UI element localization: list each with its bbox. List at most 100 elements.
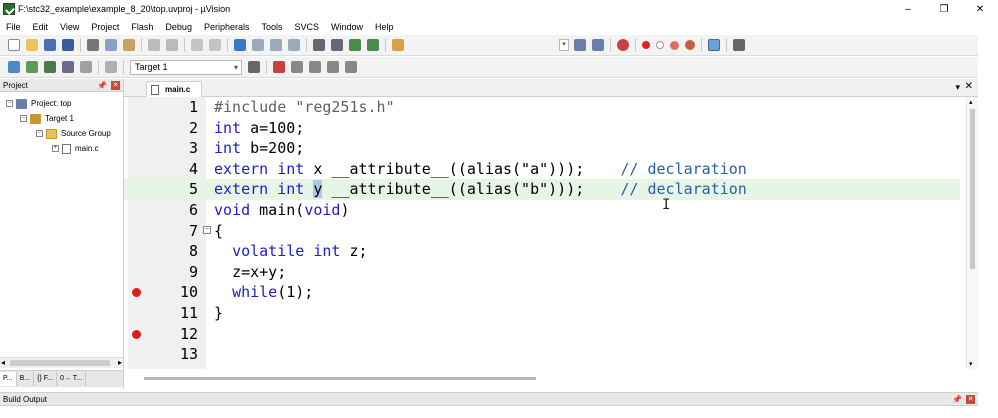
- paste-icon[interactable]: [123, 39, 135, 51]
- code-line-12[interactable]: 12: [124, 324, 960, 345]
- debug-session-icon[interactable]: [617, 39, 629, 51]
- scroll-up-icon[interactable]: ▴: [969, 98, 973, 106]
- menu-window[interactable]: Window: [325, 22, 369, 32]
- menu-help[interactable]: Help: [369, 22, 400, 32]
- build-icon[interactable]: [26, 61, 38, 73]
- nav-forward-icon[interactable]: [209, 39, 221, 51]
- menu-peripherals[interactable]: Peripherals: [198, 22, 256, 32]
- open-file-icon[interactable]: [26, 39, 38, 51]
- scroll-thumb[interactable]: [10, 360, 110, 366]
- minimize-button[interactable]: –: [890, 0, 926, 18]
- find-icon[interactable]: [592, 39, 604, 51]
- prev-bookmark-icon[interactable]: [252, 39, 264, 51]
- close-icon[interactable]: ✕: [111, 81, 120, 90]
- code-line-7[interactable]: 7 − {: [124, 221, 960, 242]
- save-all-icon[interactable]: [62, 39, 74, 51]
- nav-back-icon[interactable]: [191, 39, 203, 51]
- code-line-1[interactable]: 1 #include "reg251s.h": [124, 97, 960, 118]
- undo-icon[interactable]: [148, 39, 160, 51]
- download-icon[interactable]: [105, 61, 117, 73]
- incremental-find-icon[interactable]: [574, 39, 586, 51]
- kill-breakpoints-icon[interactable]: [685, 40, 695, 50]
- stop-build-icon[interactable]: [80, 61, 92, 73]
- close-icon[interactable]: ✕: [966, 395, 975, 404]
- copy-icon[interactable]: [105, 39, 117, 51]
- code-line-3[interactable]: 3 int b=200;: [124, 138, 960, 159]
- breakpoint-icon[interactable]: [132, 288, 141, 298]
- menu-svcs[interactable]: SVCS: [289, 22, 326, 32]
- tab-project[interactable]: P...: [0, 372, 17, 386]
- new-file-icon[interactable]: [8, 39, 20, 51]
- manage-project-items-icon[interactable]: [273, 61, 285, 73]
- close-tab-icon[interactable]: ✕: [965, 81, 973, 92]
- collapse-toggle[interactable]: −: [20, 115, 27, 122]
- tab-templates[interactable]: 0→ T...: [57, 372, 87, 386]
- menu-edit[interactable]: Edit: [27, 22, 55, 32]
- batch-build-icon[interactable]: [62, 61, 74, 73]
- tree-item-main-c[interactable]: + main.c: [0, 141, 123, 156]
- code-line-8[interactable]: 8 volatile int z;: [124, 241, 960, 262]
- code-line-4[interactable]: 4 extern int x __attribute__((alias("a")…: [124, 159, 960, 180]
- menu-flash[interactable]: Flash: [125, 22, 159, 32]
- tree-item-project[interactable]: − Project: top: [0, 96, 123, 111]
- uncomment-icon[interactable]: [367, 39, 379, 51]
- code-line-9[interactable]: 9 z=x+y;: [124, 262, 960, 283]
- close-button[interactable]: ✕: [962, 0, 998, 18]
- code-editor[interactable]: 1 #include "reg251s.h" 2 int a=100; 3 in…: [124, 97, 978, 369]
- software-components-icon[interactable]: [345, 61, 357, 73]
- maximize-button[interactable]: ❐: [926, 0, 962, 18]
- find-in-files-icon[interactable]: [392, 39, 404, 51]
- comment-icon[interactable]: [349, 39, 361, 51]
- disable-breakpoints-icon[interactable]: [670, 40, 679, 50]
- unindent-icon[interactable]: [331, 39, 343, 51]
- breakpoint-icon[interactable]: [132, 329, 141, 339]
- tab-books[interactable]: B...: [17, 372, 35, 386]
- target-select[interactable]: Target 1 ▾: [130, 59, 242, 75]
- tab-functions[interactable]: {} F...: [34, 372, 58, 386]
- menu-tools[interactable]: Tools: [255, 22, 288, 32]
- translate-icon[interactable]: [8, 61, 20, 73]
- code-line-2[interactable]: 2 int a=100;: [124, 118, 960, 139]
- scroll-left-icon[interactable]: ◂: [1, 358, 5, 367]
- rebuild-icon[interactable]: [44, 61, 56, 73]
- tab-list-dropdown-icon[interactable]: ▾: [955, 82, 960, 93]
- tree-item-target[interactable]: − Target 1: [0, 111, 123, 126]
- tab-main-c[interactable]: main.c: [146, 81, 202, 97]
- expand-toggle[interactable]: +: [52, 145, 59, 152]
- editor-vscrollbar[interactable]: ▴ ▾: [966, 97, 978, 369]
- project-pane-hscrollbar[interactable]: ◂ ▸: [0, 357, 123, 368]
- select-packs-icon[interactable]: [309, 61, 321, 73]
- scroll-down-icon[interactable]: ▾: [969, 360, 973, 368]
- menu-debug[interactable]: Debug: [159, 22, 198, 32]
- insert-breakpoint-icon[interactable]: [642, 41, 650, 49]
- code-line-11[interactable]: 11 }: [124, 303, 960, 324]
- collapse-toggle[interactable]: −: [6, 100, 13, 107]
- menu-view[interactable]: View: [54, 22, 85, 32]
- find-dropdown[interactable]: ▾: [559, 39, 569, 51]
- scroll-thumb[interactable]: [970, 109, 975, 269]
- enable-breakpoint-icon[interactable]: [656, 41, 664, 49]
- code-line-10[interactable]: 10 while(1);: [124, 282, 960, 303]
- manage-multi-project-icon[interactable]: [291, 61, 303, 73]
- pin-icon[interactable]: 📌: [97, 79, 107, 92]
- bookmark-icon[interactable]: [234, 39, 246, 51]
- fold-collapse-icon[interactable]: −: [203, 225, 211, 234]
- options-for-target-icon[interactable]: [248, 61, 260, 73]
- editor-hscrollbar[interactable]: [124, 369, 978, 383]
- redo-icon[interactable]: [166, 39, 178, 51]
- scroll-right-icon[interactable]: ▸: [118, 358, 122, 367]
- run-time-env-icon[interactable]: [327, 61, 339, 73]
- scroll-thumb[interactable]: [144, 377, 536, 380]
- clear-bookmarks-icon[interactable]: [288, 39, 300, 51]
- cut-icon[interactable]: [87, 39, 99, 51]
- collapse-toggle[interactable]: −: [36, 130, 43, 137]
- tree-item-source-group[interactable]: − Source Group: [0, 126, 123, 141]
- code-line-13[interactable]: 13: [124, 344, 960, 365]
- configure-icon[interactable]: [733, 39, 745, 51]
- indent-icon[interactable]: [313, 39, 325, 51]
- save-icon[interactable]: [44, 39, 56, 51]
- pin-icon[interactable]: 📌: [952, 393, 962, 406]
- code-line-6[interactable]: 6 void main(void): [124, 200, 960, 221]
- menu-file[interactable]: File: [0, 22, 27, 32]
- menu-project[interactable]: Project: [85, 22, 125, 32]
